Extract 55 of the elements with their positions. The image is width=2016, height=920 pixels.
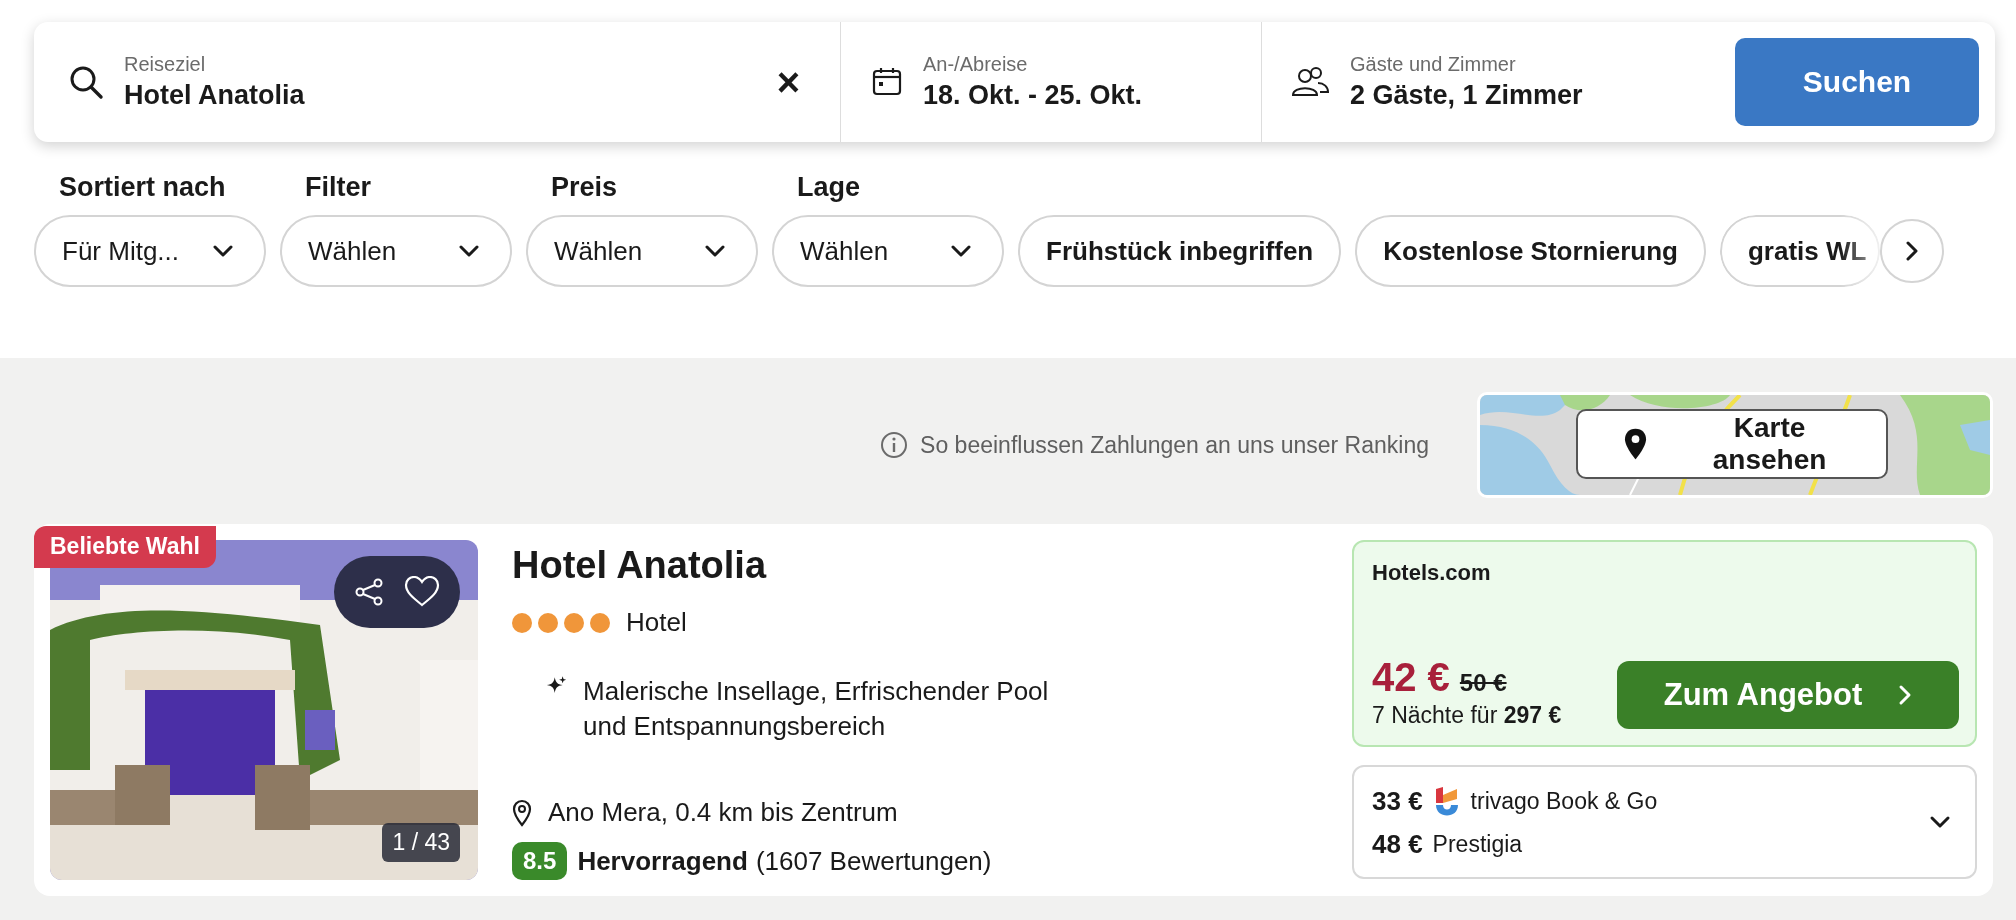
people-icon xyxy=(1290,65,1330,99)
offer-price: 42 € xyxy=(1372,655,1450,700)
filter-dropdown[interactable]: Wählen xyxy=(772,215,1004,287)
chevron-down-icon xyxy=(1929,815,1951,829)
filter-label: Filter xyxy=(304,172,372,203)
chevron-down-icon xyxy=(458,244,480,258)
hotel-location: Ano Mera, 0.4 km bis Zentrum xyxy=(548,797,898,828)
destination-field[interactable]: Hotel Anatolia xyxy=(124,80,524,111)
view-deal-button[interactable]: Zum Angebot xyxy=(1617,661,1959,729)
provider-name: Hotels.com xyxy=(1372,560,1492,586)
heart-icon[interactable] xyxy=(404,576,440,608)
review-count: (1607 Bewertungen) xyxy=(755,845,992,877)
filter-chip[interactable]: gratis WL xyxy=(1719,215,1880,287)
total-price: 7 Nächte für 297 € xyxy=(1372,702,1562,729)
hotel-name[interactable]: Hotel Anatolia xyxy=(512,544,1112,587)
popular-badge: Beliebte Wahl xyxy=(34,526,216,568)
filter-chip[interactable]: Kostenlose Stornierung xyxy=(1355,215,1706,287)
search-icon xyxy=(68,64,104,100)
ranking-info-link[interactable]: So beeinflussen Zahlungen an uns unser Ranking xyxy=(920,431,1429,459)
calendar-icon xyxy=(871,66,903,98)
field-label: An-/Abreise xyxy=(923,53,1029,76)
old-price: 50 € xyxy=(1459,669,1507,697)
filter-label: Preis xyxy=(550,172,619,203)
share-icon[interactable] xyxy=(354,577,384,607)
chevron-right-icon xyxy=(1898,684,1913,706)
dates-field[interactable]: 18. Okt. - 25. Okt. xyxy=(923,80,1261,111)
location-pin-icon xyxy=(512,798,532,827)
alt-provider: Prestigia xyxy=(1432,830,1523,858)
filter-label: Lage xyxy=(796,172,862,203)
alt-price: 48 € xyxy=(1372,828,1423,860)
clear-button[interactable]: × xyxy=(770,59,806,105)
guests-field[interactable]: 2 Gäste, 1 Zimmer xyxy=(1350,80,1735,111)
hotel-type: Hotel xyxy=(626,607,687,638)
filter-dropdown[interactable]: Wählen xyxy=(526,215,758,287)
filter-dropdown[interactable]: Für Mitg... xyxy=(34,215,266,287)
view-map-button[interactable]: Karte ansehen xyxy=(1576,409,1888,479)
filter-label: Sortiert nach xyxy=(58,172,227,203)
chevron-right-icon xyxy=(1904,240,1919,262)
map-pin-icon xyxy=(1624,427,1647,461)
field-label: Reiseziel xyxy=(124,53,207,76)
more-offers-panel[interactable]: 33 € trivago Book & Go 48 € Prestigia xyxy=(1352,765,1977,879)
chevron-down-icon xyxy=(704,244,726,258)
rating-score: 8.5 xyxy=(512,842,568,880)
rating-label: Hervorragend xyxy=(577,845,748,877)
filter-dropdown[interactable]: Wählen xyxy=(280,215,512,287)
alt-provider: trivago Book & Go xyxy=(1470,788,1658,815)
chevron-down-icon xyxy=(212,244,234,258)
info-icon xyxy=(880,431,909,459)
chevron-down-icon xyxy=(950,244,972,258)
filter-chip[interactable]: Frühstück inbegriffen xyxy=(1018,215,1342,287)
alt-price: 33 € xyxy=(1372,786,1423,817)
search-button[interactable]: Suchen xyxy=(1735,38,1979,126)
photo-counter: 1 / 43 xyxy=(382,823,460,862)
hotel-highlights: Malerische Insellage, Erfrischender Pool und Entspannungsbereich xyxy=(583,675,1050,743)
field-label: Gäste und Zimmer xyxy=(1350,53,1517,76)
